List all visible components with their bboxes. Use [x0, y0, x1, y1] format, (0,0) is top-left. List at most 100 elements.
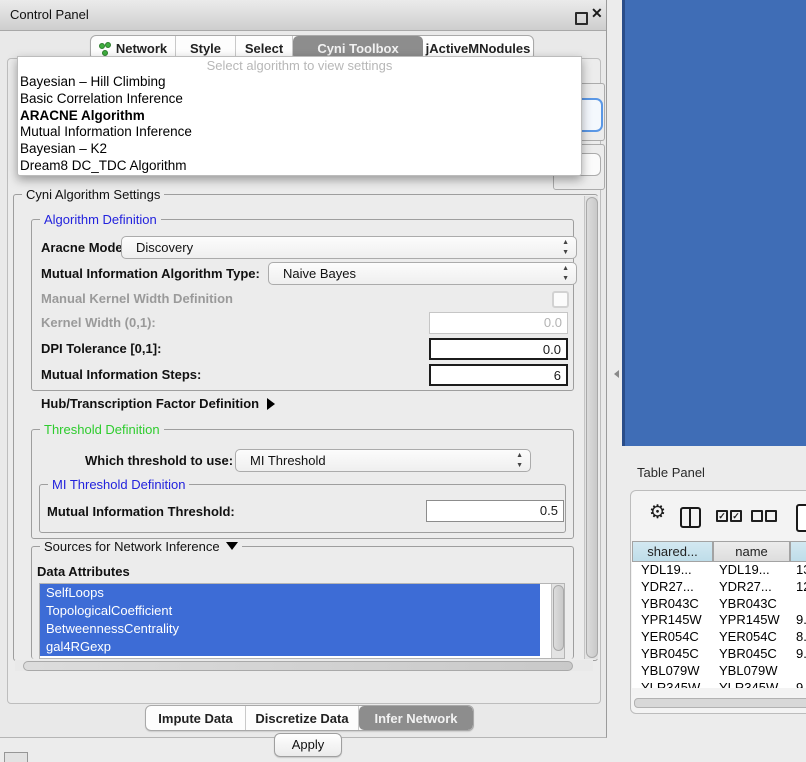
table-cell: 13 — [796, 562, 806, 579]
float-window-icon[interactable] — [575, 12, 588, 25]
sources-group-title[interactable]: Sources for Network Inference — [40, 539, 242, 554]
table-row[interactable]: YER054CYER054C8. — [632, 629, 806, 646]
stepper-arrows-icon: ▲▼ — [516, 451, 523, 471]
attribute-list-item[interactable]: gal4RGexp — [40, 638, 540, 656]
checked-checkbox-icon[interactable]: ✓ — [716, 510, 728, 522]
columns-icon[interactable] — [680, 507, 701, 528]
mi-type-combobox[interactable]: Naive Bayes ▲▼ — [268, 262, 577, 285]
tab-label: jActiveMNodules — [426, 41, 531, 56]
tab-infer-network[interactable]: Infer Network — [359, 706, 473, 730]
aracne-mode-combobox[interactable]: Discovery ▲▼ — [121, 236, 577, 259]
table-cell: YBR043C — [641, 596, 699, 613]
table-panel-title: Table Panel — [637, 465, 705, 480]
stepper-arrows-icon: ▲▼ — [562, 264, 569, 284]
table-cell: YDL19... — [641, 562, 692, 579]
settings-hscrollbar-thumb[interactable] — [23, 661, 573, 671]
table-cell: 9. — [796, 646, 806, 663]
table-cell: YDL19... — [719, 562, 770, 579]
checked-checkbox-icon[interactable]: ✓ — [730, 510, 742, 522]
control-panel-titlebar: Control Panel ✕ — [0, 0, 606, 31]
table-cell: YDR27... — [641, 579, 694, 596]
bottom-tab-bar: Impute DataDiscretize DataInfer Network — [145, 705, 474, 731]
threshold-definition-title: Threshold Definition — [40, 422, 164, 437]
table-hscrollbar-thumb[interactable] — [634, 698, 806, 708]
table-row[interactable]: YPR145WYPR145W9. — [632, 612, 806, 629]
dpi-tolerance-field[interactable]: 0.0 — [429, 338, 568, 360]
table-cell: YER054C — [719, 629, 777, 646]
splitter-collapse-icon[interactable] — [614, 370, 619, 378]
gear-icon[interactable]: ⚙ — [649, 503, 666, 522]
table-row[interactable]: YBR045CYBR045C9. — [632, 646, 806, 663]
settings-vscrollbar-thumb[interactable] — [586, 197, 598, 658]
table-cell: YBL079W — [641, 663, 700, 680]
mi-type-value: Naive Bayes — [283, 266, 356, 281]
table-cell: 9. — [796, 680, 806, 688]
column-header-name[interactable]: name — [713, 541, 790, 562]
mi-type-label: Mutual Information Algorithm Type: — [41, 266, 260, 281]
table-row[interactable]: YLR345WYLR345W9. — [632, 680, 806, 688]
tab-discretize-data[interactable]: Discretize Data — [246, 706, 359, 730]
dropdown-item[interactable]: Bayesian – K2 — [18, 141, 581, 158]
tab-impute-data[interactable]: Impute Data — [146, 706, 246, 730]
mi-steps-field[interactable]: 6 — [429, 364, 568, 386]
dropdown-item[interactable]: Mutual Information Inference — [18, 124, 581, 141]
tab-label: Style — [190, 41, 221, 56]
partial-icon — [4, 752, 28, 762]
network-icon — [99, 42, 111, 55]
table-row[interactable]: YBL079W YBL079W — [632, 663, 806, 680]
table-row[interactable]: YDR27...YDR27...12 — [632, 579, 806, 596]
algorithm-dropdown-list: Select algorithm to view settings Bayesi… — [17, 56, 582, 176]
which-threshold-combobox[interactable]: MI Threshold ▲▼ — [235, 449, 531, 472]
dropdown-item[interactable]: Dream8 DC_TDC Algorithm — [18, 158, 581, 175]
table-cell: YLR345W — [719, 680, 778, 688]
table-hscrollbar[interactable] — [632, 696, 806, 708]
table-cell: YBR043C — [719, 596, 777, 613]
kernel-width-field[interactable]: 0.0 — [429, 312, 568, 334]
column-header-partial[interactable] — [790, 541, 806, 562]
table-panel: ⚙ ✓ ✓ shared... name YDL19...YDL19...13Y… — [630, 490, 806, 714]
close-icon[interactable]: ✕ — [591, 5, 603, 22]
attribute-list-item[interactable]: TopologicalCoefficient — [40, 602, 540, 620]
which-threshold-label: Which threshold to use: — [85, 453, 233, 468]
algorithm-definition-title: Algorithm Definition — [40, 212, 161, 227]
hub-definition-label: Hub/Transcription Factor Definition — [41, 396, 259, 411]
mi-threshold-field[interactable]: 0.5 — [426, 500, 564, 522]
sources-title-text: Sources for Network Inference — [44, 539, 220, 554]
hub-definition-expander[interactable]: Hub/Transcription Factor Definition — [41, 396, 275, 411]
mi-threshold-label: Mutual Information Threshold: — [47, 504, 235, 519]
list-scrollbar[interactable] — [551, 584, 564, 658]
mi-threshold-group-title: MI Threshold Definition — [48, 477, 189, 492]
dropdown-item[interactable]: Bayesian – Hill Climbing — [18, 74, 581, 91]
table-cell: YBL079W — [719, 663, 778, 680]
table-cell: YDR27... — [719, 579, 772, 596]
manual-kernel-checkbox[interactable] — [552, 291, 569, 308]
list-scrollbar-thumb[interactable] — [553, 585, 564, 651]
collapse-arrow-icon — [226, 542, 238, 550]
expand-arrow-icon — [267, 398, 275, 410]
mi-steps-label: Mutual Information Steps: — [41, 367, 201, 382]
tab-label: Select — [245, 41, 283, 56]
aracne-mode-label: Aracne Mode: — [41, 240, 127, 255]
unchecked-checkbox-icon[interactable] — [751, 510, 763, 522]
screen: Control Panel ✕ NetworkStyleSelectCyni T… — [0, 0, 806, 762]
unchecked-checkbox-icon[interactable] — [765, 510, 777, 522]
table-row[interactable]: YDL19... YDL19... 13 — [632, 562, 806, 579]
dropdown-item[interactable]: ARACNE Algorithm — [18, 108, 581, 125]
dpi-tolerance-label: DPI Tolerance [0,1]: — [41, 341, 161, 356]
table-rows: YDL19...YDL19...13YDR27...YDR27...12YBR0… — [632, 562, 806, 688]
attribute-list-item[interactable]: BetweennessCentrality — [40, 620, 540, 638]
table-doc-icon[interactable] — [796, 504, 806, 532]
settings-hscrollbar[interactable] — [15, 660, 593, 671]
data-attributes-label: Data Attributes — [37, 564, 130, 579]
dropdown-item[interactable]: Basic Correlation Inference — [18, 91, 581, 108]
data-attributes-listbox[interactable]: SelfLoopsTopologicalCoefficientBetweenne… — [39, 583, 565, 659]
settings-vscrollbar[interactable] — [584, 196, 598, 659]
table-cell: YER054C — [641, 629, 699, 646]
column-header-shared[interactable]: shared... — [632, 541, 713, 562]
attribute-list-item[interactable]: SelfLoops — [40, 584, 540, 602]
apply-button[interactable]: Apply — [274, 733, 342, 757]
which-threshold-value: MI Threshold — [250, 453, 326, 468]
tab-label: Network — [116, 41, 167, 56]
stepper-arrows-icon: ▲▼ — [562, 238, 569, 258]
table-row[interactable]: YBR043C YBR043C — [632, 596, 806, 613]
